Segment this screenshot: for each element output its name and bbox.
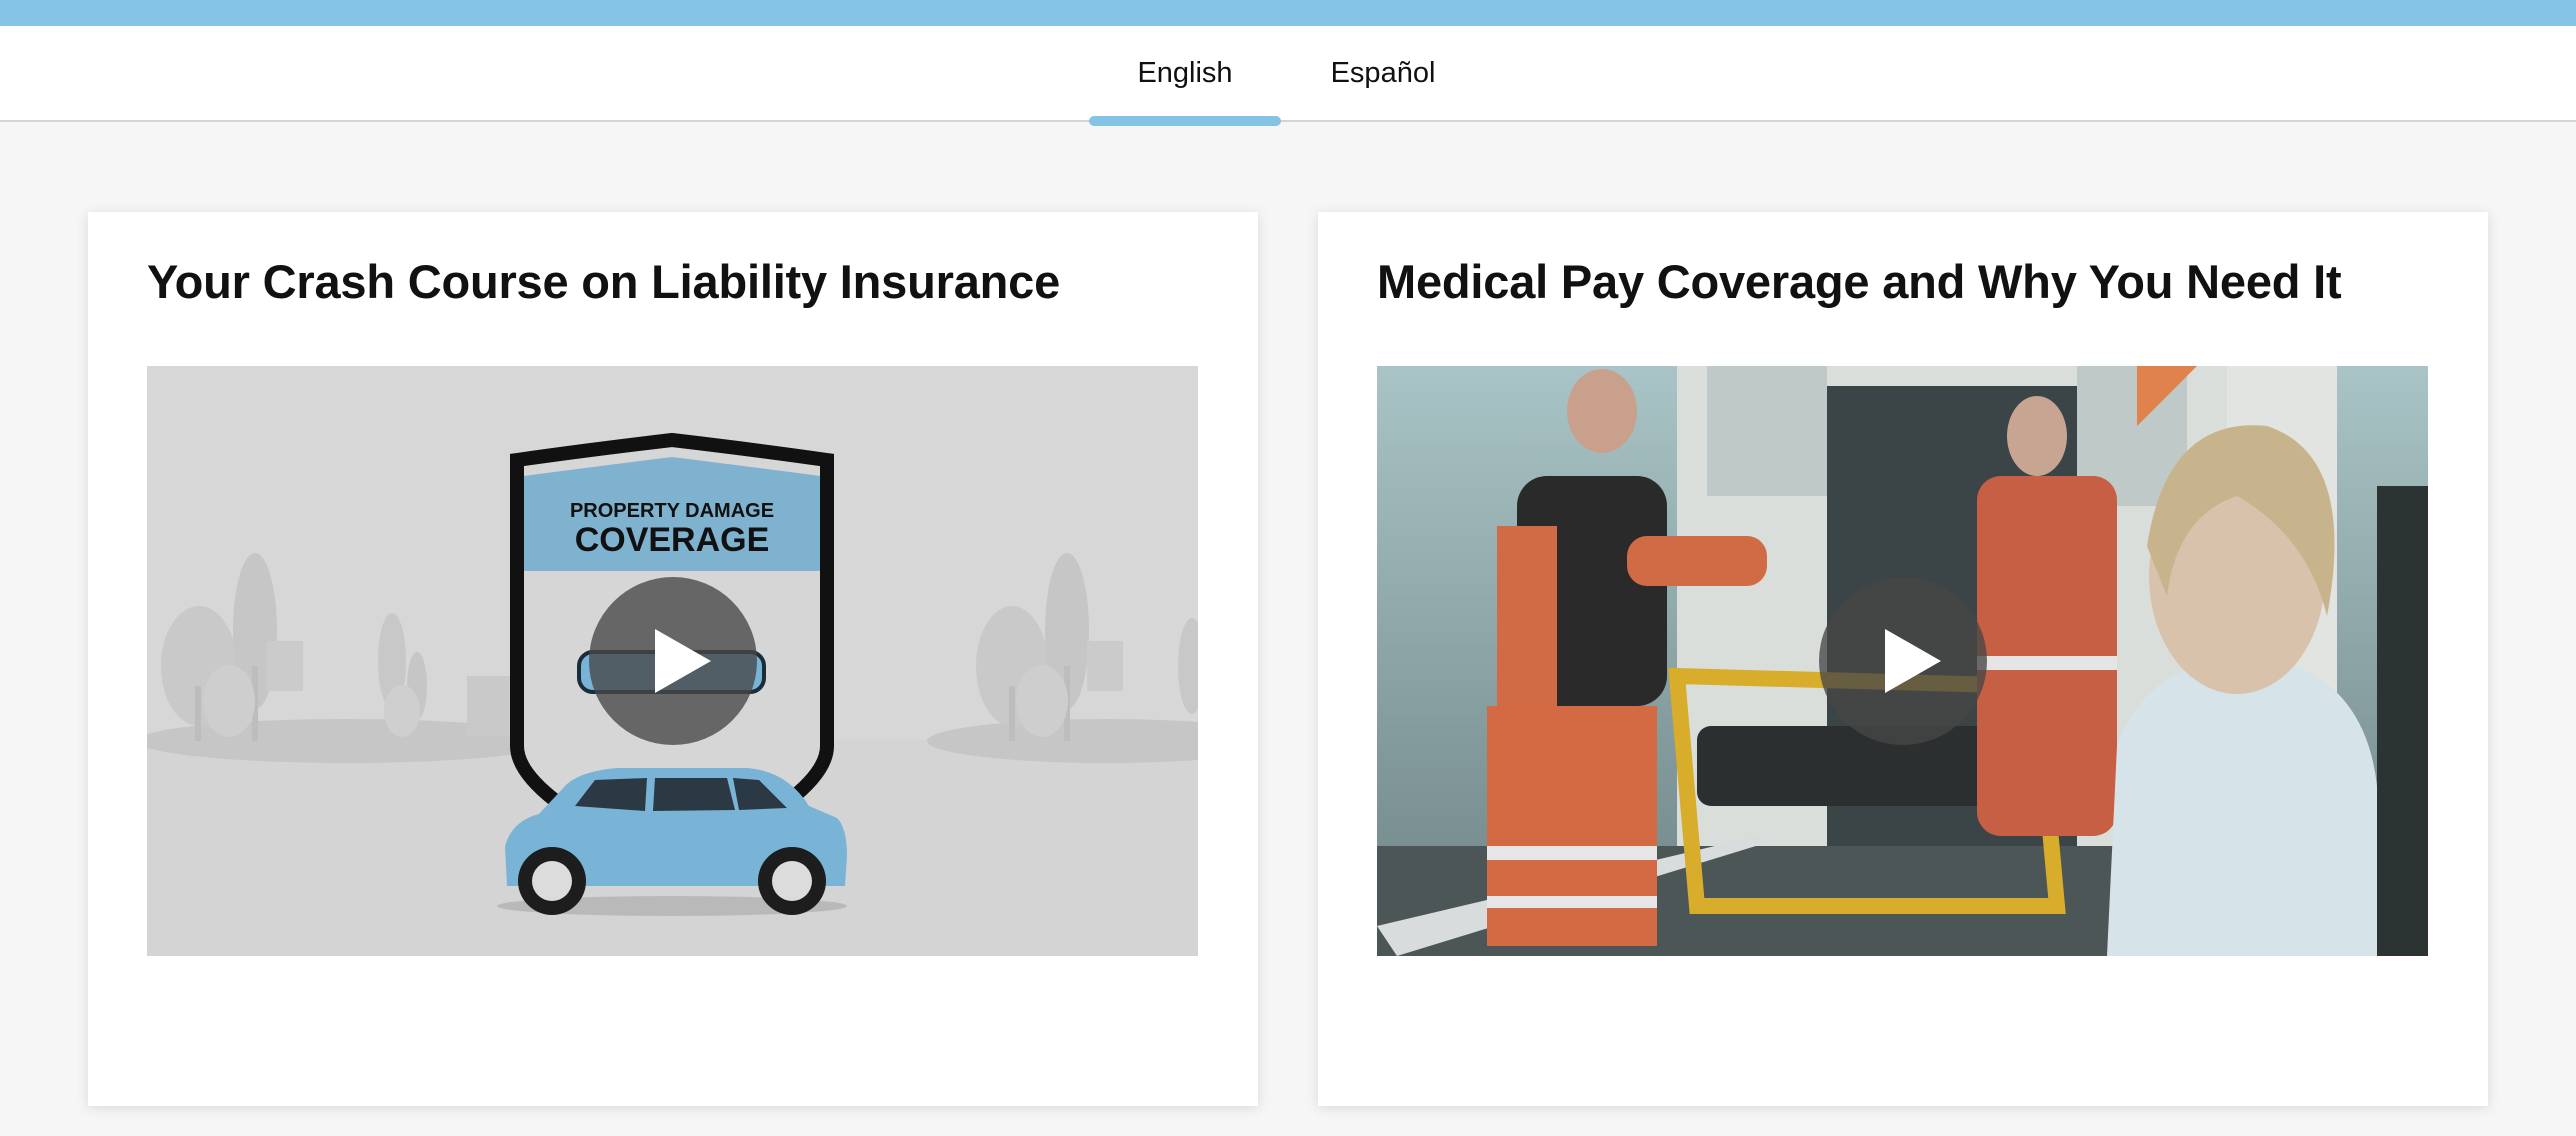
video-player-liability[interactable]: PROPERTY DAMAGE COVERAGE [147,366,1198,956]
play-button[interactable] [1819,577,1987,745]
video-card-medical-pay: Medical Pay Coverage and Why You Need It [1318,212,2488,1106]
play-icon [655,629,711,693]
tab-espanol[interactable]: Español [1290,26,1476,120]
video-player-medical-pay[interactable] [1377,366,2428,956]
play-icon [1885,629,1941,693]
video-card-liability: Your Crash Course on Liability Insurance [88,212,1258,1106]
language-tabs: English Español [0,26,2576,122]
video-title: Your Crash Course on Liability Insurance [147,255,1061,308]
tab-english[interactable]: English [1089,26,1281,120]
active-tab-indicator [1089,116,1281,126]
top-accent-bar [0,0,2576,26]
shield-line1-text: PROPERTY DAMAGE [570,500,774,522]
play-button[interactable] [589,577,757,745]
video-title: Medical Pay Coverage and Why You Need It [1377,255,2342,308]
shield-line2-text: COVERAGE [575,521,770,559]
